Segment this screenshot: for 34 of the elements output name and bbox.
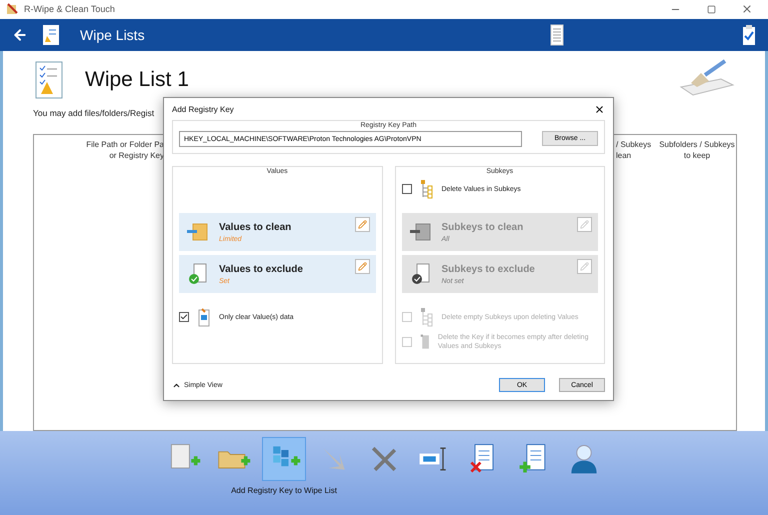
page-title: Wipe List 1: [85, 68, 190, 92]
dialog-title: Add Registry Key: [172, 104, 235, 114]
document-icon: [197, 307, 211, 327]
app-icon: [6, 3, 18, 16]
maximize-icon: [706, 4, 716, 14]
checkbox[interactable]: [179, 312, 189, 322]
card-title: Subkeys to exclude: [442, 264, 536, 274]
close-button[interactable]: [594, 104, 605, 114]
header-title: Wipe Lists: [80, 26, 146, 43]
intro-text: You may add files/folders/Regist: [33, 108, 154, 118]
pencil-icon: [580, 262, 589, 271]
card-title: Subkeys to clean: [442, 222, 524, 232]
tree-icon: [420, 307, 434, 327]
tree-icon: [420, 179, 434, 199]
pencil-icon: [358, 220, 366, 229]
column-header: / Subkeys lean: [616, 139, 652, 162]
notepad-icon[interactable]: [550, 24, 564, 46]
card-title: Values to exclude: [219, 264, 304, 274]
card-title: Values to clean: [219, 222, 292, 232]
close-icon: [594, 104, 605, 114]
list-icon: [33, 60, 65, 100]
checkbox[interactable]: [402, 184, 412, 194]
edit-button[interactable]: [354, 259, 370, 274]
pencil-icon: [580, 220, 589, 229]
toolbar-caption: Add Registry Key to Wipe List: [231, 486, 337, 496]
clipboard-check-icon[interactable]: [742, 24, 756, 46]
window-title: R-Wipe & Clean Touch: [24, 4, 116, 14]
pencil-icon: [358, 262, 366, 271]
back-icon[interactable]: [12, 26, 28, 43]
edit-button[interactable]: [354, 217, 370, 232]
list-icon: [42, 24, 60, 46]
column-header: Subfolders / Subkeys to keep: [658, 139, 736, 162]
close-icon: [741, 3, 753, 16]
toolbar-button[interactable]: [262, 437, 306, 482]
